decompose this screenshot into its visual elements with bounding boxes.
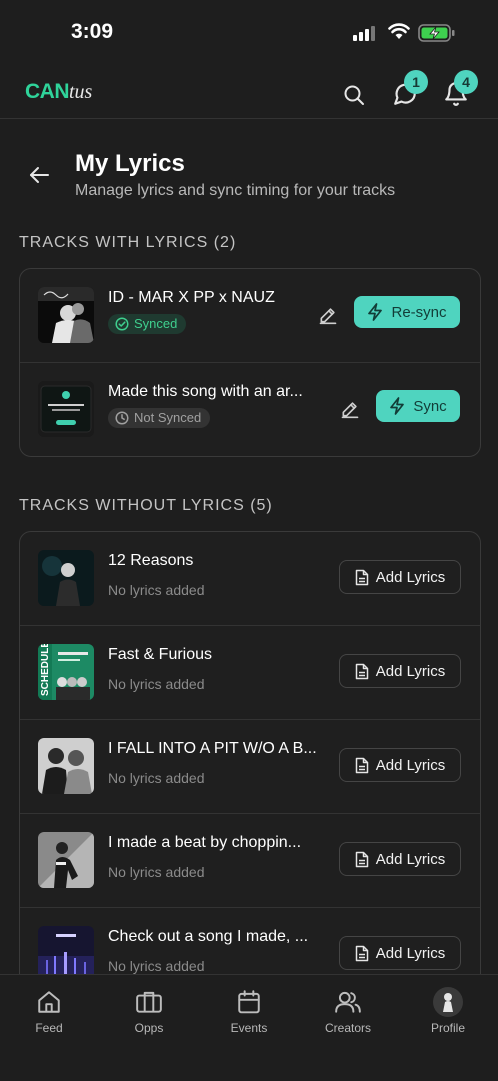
nav-item-feed[interactable]: Feed bbox=[9, 987, 89, 1035]
battery-charging-icon bbox=[418, 24, 455, 42]
edit-pencil-icon[interactable] bbox=[318, 305, 338, 325]
add-lyrics-label: Add Lyrics bbox=[375, 756, 446, 774]
home-icon bbox=[38, 991, 60, 1013]
add-lyrics-label: Add Lyrics bbox=[375, 944, 446, 962]
nav-item-profile[interactable]: Profile bbox=[408, 987, 488, 1035]
page-title: My Lyrics bbox=[75, 150, 185, 177]
app-logo[interactable]: CANtus bbox=[25, 80, 92, 104]
page-subtitle: Manage lyrics and sync timing for your t… bbox=[75, 182, 396, 199]
track-subtitle: No lyrics added bbox=[108, 770, 205, 786]
nav-label: Profile bbox=[430, 1021, 465, 1035]
avatar bbox=[433, 987, 463, 1017]
users-icon bbox=[335, 991, 361, 1013]
track-artwork: SCHEDULE bbox=[38, 644, 94, 700]
check-circle-icon bbox=[115, 317, 129, 331]
list-item: SCHEDULE Fast & Furious No lyrics added … bbox=[20, 626, 480, 720]
status-time: 3:09 bbox=[71, 20, 114, 43]
calendar-icon bbox=[238, 990, 260, 1014]
nav-label: Creators bbox=[324, 1021, 371, 1035]
lightning-icon bbox=[368, 303, 383, 321]
artwork-text: SCHEDULE bbox=[40, 644, 51, 696]
cellular-signal-icon bbox=[353, 26, 375, 41]
track-title: Check out a song I made, ... bbox=[108, 928, 309, 945]
track-artwork bbox=[38, 738, 94, 794]
track-title: 12 Reasons bbox=[108, 552, 194, 569]
section-heading-without-lyrics: TRACKS WITHOUT LYRICS (5) bbox=[19, 497, 273, 514]
logo-text-secondary: tus bbox=[69, 81, 93, 103]
status-badge-not-synced: Not Synced bbox=[108, 408, 211, 428]
resync-label: Re-sync bbox=[391, 303, 447, 321]
resync-button[interactable]: Re-sync bbox=[354, 296, 460, 328]
document-icon bbox=[355, 757, 368, 773]
messages-badge: 1 bbox=[404, 70, 428, 94]
nav-item-opps[interactable]: Opps bbox=[109, 987, 189, 1035]
add-lyrics-button[interactable]: Add Lyrics bbox=[339, 936, 461, 970]
status-label: Not Synced bbox=[134, 410, 202, 425]
edit-pencil-icon[interactable] bbox=[340, 399, 360, 419]
notifications-badge: 4 bbox=[454, 70, 478, 94]
nav-item-creators[interactable]: Creators bbox=[308, 987, 388, 1035]
lightning-icon bbox=[390, 397, 405, 415]
wifi-icon bbox=[388, 23, 410, 39]
sync-button[interactable]: Sync bbox=[376, 390, 460, 422]
document-icon bbox=[355, 851, 368, 867]
track-subtitle: No lyrics added bbox=[108, 582, 205, 598]
document-icon bbox=[355, 663, 368, 679]
document-icon bbox=[355, 945, 368, 961]
track-artwork bbox=[38, 832, 94, 888]
add-lyrics-label: Add Lyrics bbox=[375, 568, 446, 586]
list-item: ID - MAR X PP x NAUZ Synced Re-sync bbox=[20, 269, 480, 363]
add-lyrics-button[interactable]: Add Lyrics bbox=[339, 748, 461, 782]
track-subtitle: No lyrics added bbox=[108, 864, 205, 880]
nav-label: Events bbox=[230, 1021, 268, 1035]
logo-text-primary: CAN bbox=[25, 80, 70, 103]
bottom-nav: Feed Opps Events Creators Profile bbox=[0, 974, 498, 1081]
nav-item-events[interactable]: Events bbox=[209, 987, 289, 1035]
list-item: Made this song with an ar... Not Synced … bbox=[20, 363, 480, 456]
track-artwork bbox=[38, 287, 94, 343]
nav-label: Feed bbox=[35, 1021, 63, 1035]
add-lyrics-label: Add Lyrics bbox=[375, 662, 446, 680]
back-arrow-icon[interactable] bbox=[28, 165, 50, 185]
track-artwork bbox=[38, 381, 94, 437]
tracks-with-lyrics-card: ID - MAR X PP x NAUZ Synced Re-sync Made… bbox=[19, 268, 481, 457]
track-title: I FALL INTO A PIT W/O A B... bbox=[108, 740, 317, 757]
add-lyrics-label: Add Lyrics bbox=[375, 850, 446, 868]
track-artwork bbox=[38, 550, 94, 606]
search-icon[interactable] bbox=[342, 83, 366, 107]
track-subtitle: No lyrics added bbox=[108, 958, 205, 974]
sync-label: Sync bbox=[413, 397, 447, 415]
track-title: Fast & Furious bbox=[108, 646, 213, 663]
clock-icon bbox=[115, 411, 129, 425]
status-label: Synced bbox=[134, 316, 178, 331]
add-lyrics-button[interactable]: Add Lyrics bbox=[339, 560, 461, 594]
add-lyrics-button[interactable]: Add Lyrics bbox=[339, 654, 461, 688]
list-item: I FALL INTO A PIT W/O A B... No lyrics a… bbox=[20, 720, 480, 814]
track-title: ID - MAR X PP x NAUZ bbox=[108, 289, 275, 306]
add-lyrics-button[interactable]: Add Lyrics bbox=[339, 842, 461, 876]
app-header: CANtus 1 4 bbox=[0, 66, 498, 119]
status-bar: 3:09 bbox=[0, 0, 498, 66]
track-title: I made a beat by choppin... bbox=[108, 834, 302, 851]
nav-label: Opps bbox=[134, 1021, 164, 1035]
document-icon bbox=[355, 569, 368, 585]
section-heading-with-lyrics: TRACKS WITH LYRICS (2) bbox=[19, 234, 237, 251]
track-subtitle: No lyrics added bbox=[108, 676, 205, 692]
track-title: Made this song with an ar... bbox=[108, 383, 303, 400]
list-item: I made a beat by choppin... No lyrics ad… bbox=[20, 814, 480, 908]
list-item: 12 Reasons No lyrics added Add Lyrics bbox=[20, 532, 480, 626]
briefcase-icon bbox=[136, 991, 162, 1013]
status-badge-synced: Synced bbox=[108, 314, 187, 334]
